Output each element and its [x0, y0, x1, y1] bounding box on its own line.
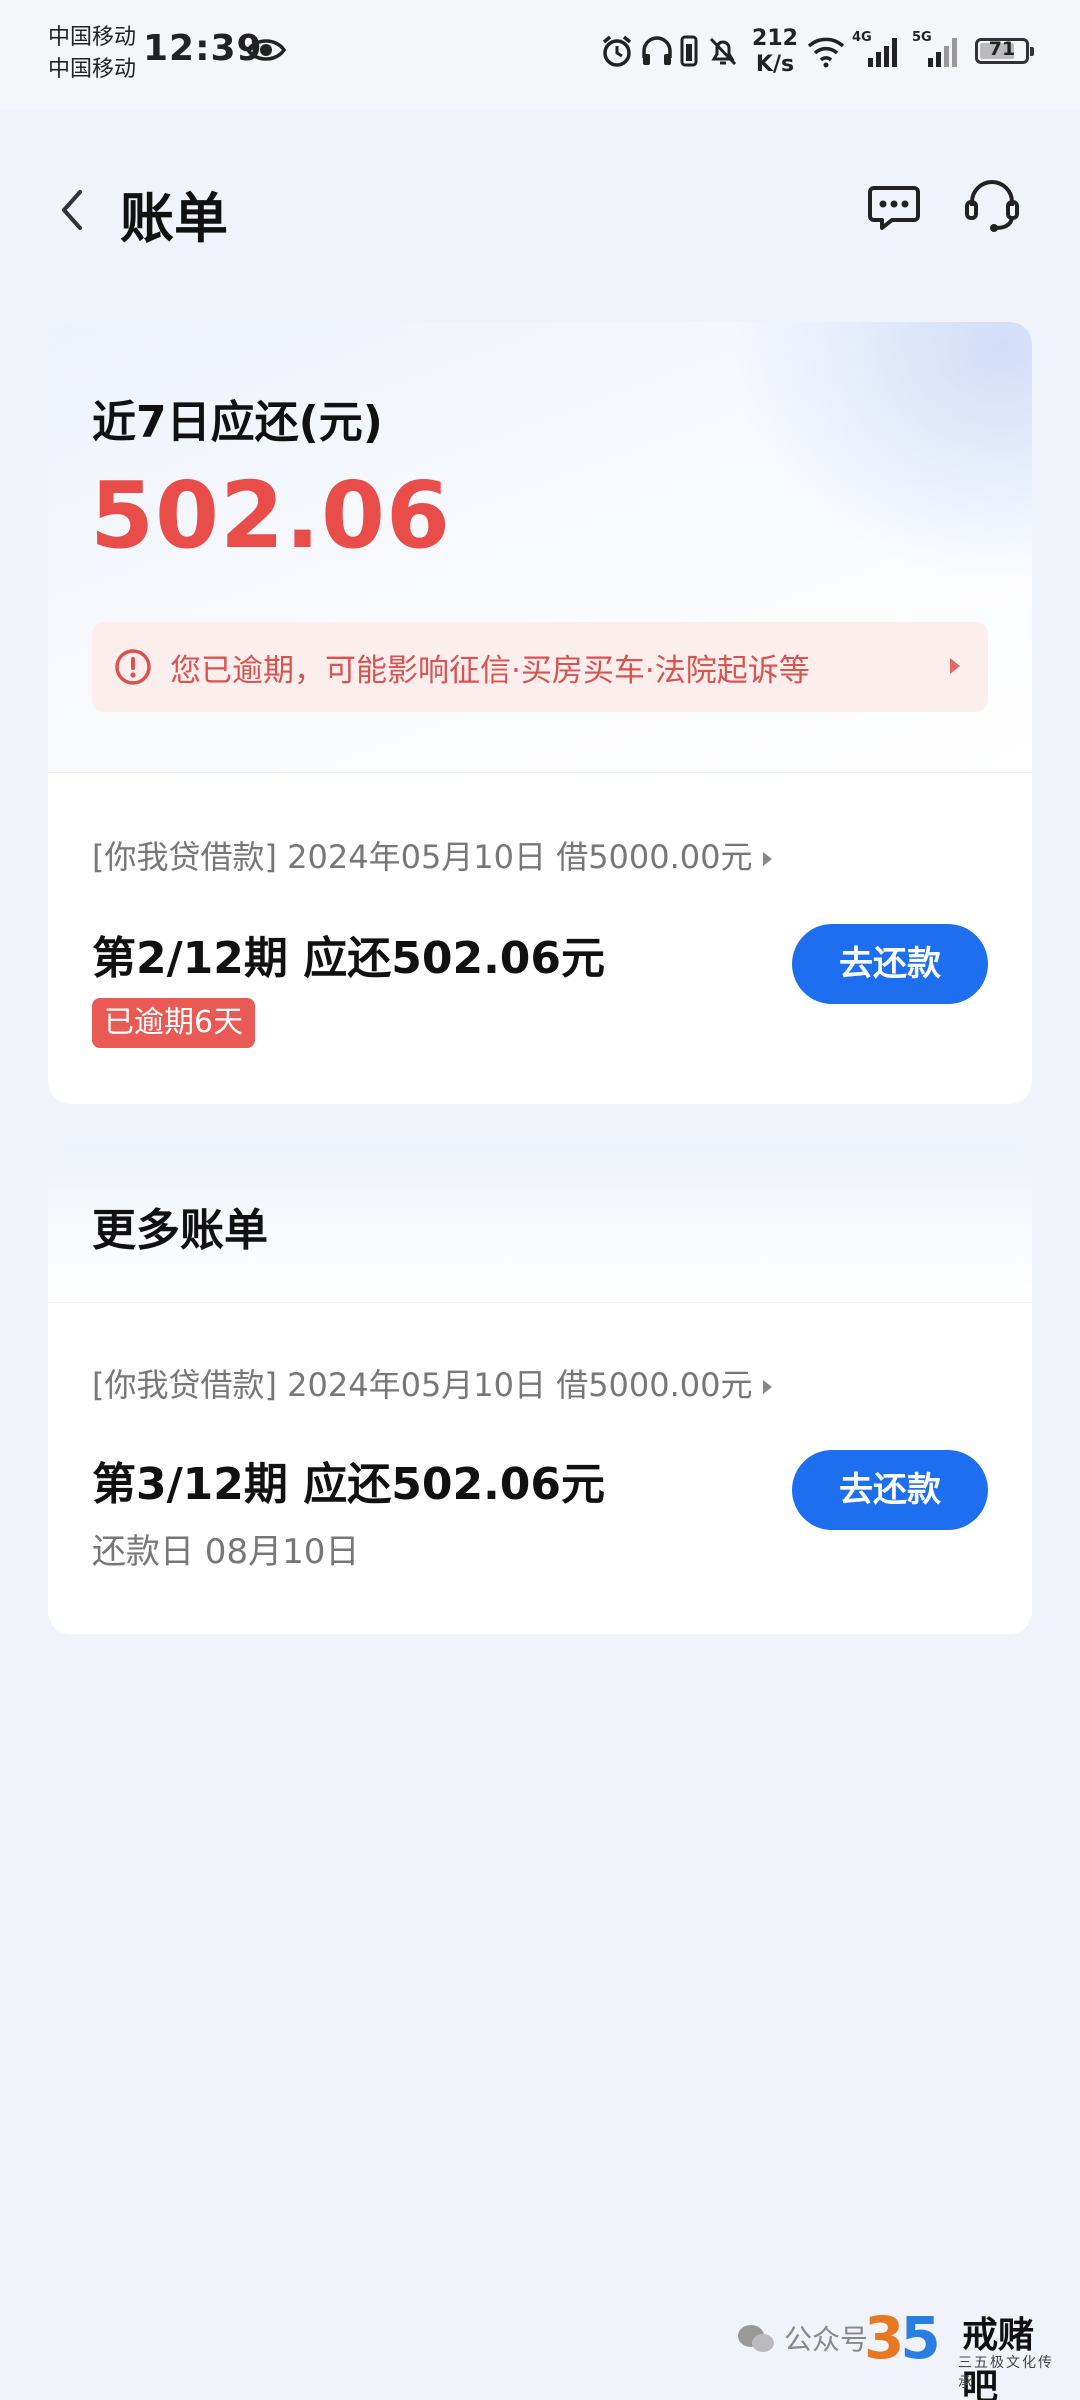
- page-title: 账单: [120, 187, 228, 250]
- status-bar: 中国移动 中国移动 12:39 212 K/s 4G 5G 71: [0, 0, 1080, 110]
- wechat-icon: [738, 2325, 774, 2352]
- card-divider: [48, 772, 1032, 773]
- headphones-icon: [642, 36, 672, 65]
- loan-info-text: [你我贷借款] 2024年05月10日 借5000.00元: [92, 838, 753, 876]
- carrier-info: 中国移动 中国移动: [48, 22, 136, 86]
- pay-now-button[interactable]: 去还款: [792, 924, 988, 1004]
- overdue-warning-text: 您已逾期，可能影响征信·买房买车·法院起诉等: [170, 653, 810, 689]
- wifi-icon: [807, 37, 845, 68]
- net-speed-unit: K/s: [755, 52, 795, 77]
- watermark-sub: 三五极文化传承: [958, 2355, 1054, 2391]
- repayment-summary-card: 近7日应还(元) 502.06 您已逾期，可能影响征信·买房买车·法院起诉等 […: [48, 322, 1032, 1104]
- customer-service-icon[interactable]: [964, 176, 1020, 236]
- bill-period-amount: 第2/12期 应还502.06元: [92, 933, 606, 984]
- watermark-number-a: 3: [864, 2304, 904, 2372]
- battery-level: 71: [988, 38, 1016, 60]
- alarm-icon: [602, 35, 632, 67]
- pay-now-button[interactable]: 去还款: [792, 1450, 988, 1530]
- mute-bell-icon: [709, 37, 737, 66]
- signal-5g-icon: [928, 38, 957, 67]
- overdue-days-badge: 已逾期6天: [92, 998, 256, 1048]
- warning-arrow-icon: [950, 658, 960, 674]
- signal-4g-icon: [868, 38, 897, 67]
- more-bills-title: 更多账单: [92, 1205, 268, 1256]
- overdue-warning-banner[interactable]: 您已逾期，可能影响征信·买房买车·法院起诉等: [92, 622, 988, 712]
- due-7days-label: 近7日应还(元): [92, 397, 383, 448]
- loan-info-arrow-icon: [762, 1380, 772, 1394]
- loan-info-link[interactable]: [你我贷借款] 2024年05月10日 借5000.00元: [92, 832, 772, 878]
- due-7days-amount: 502.06: [90, 462, 452, 569]
- card-divider: [48, 1302, 1032, 1303]
- carrier-2: 中国移动: [48, 57, 137, 82]
- bill-page: 中国移动 中国移动 12:39 212 K/s 4G 5G 71 账单 近7日应…: [0, 0, 1080, 2400]
- watermark: 公众号 35 戒赌吧 三五极文化传承: [736, 2300, 1066, 2400]
- due-date-text: 还款日 08月10日: [92, 1532, 360, 1572]
- watermark-number-b: 5: [900, 2304, 940, 2372]
- warning-circle-icon: [115, 649, 151, 685]
- message-icon[interactable]: [866, 178, 922, 234]
- loan-info-text: [你我贷借款] 2024年05月10日 借5000.00元: [92, 1366, 753, 1404]
- watermark-number: 35: [864, 2304, 941, 2372]
- carrier-1: 中国移动: [48, 25, 137, 50]
- net-speed-value: 212: [752, 26, 798, 51]
- vibrate-icon: [680, 35, 698, 67]
- status-time: 12:39: [143, 28, 263, 69]
- header-bar: 账单: [0, 130, 1080, 290]
- battery-icon: 71: [975, 38, 1034, 64]
- back-icon[interactable]: [58, 188, 86, 232]
- watermark-prefix: 公众号: [784, 2323, 869, 2356]
- net-speed: 212 K/s: [750, 26, 800, 78]
- loan-info-arrow-icon: [762, 852, 772, 866]
- loan-info-link[interactable]: [你我贷借款] 2024年05月10日 借5000.00元: [92, 1360, 772, 1406]
- eye-icon: [246, 39, 286, 61]
- more-bills-card: 更多账单 [你我贷借款] 2024年05月10日 借5000.00元 第3/12…: [48, 1144, 1032, 1634]
- bill-period-amount: 第3/12期 应还502.06元: [92, 1459, 606, 1510]
